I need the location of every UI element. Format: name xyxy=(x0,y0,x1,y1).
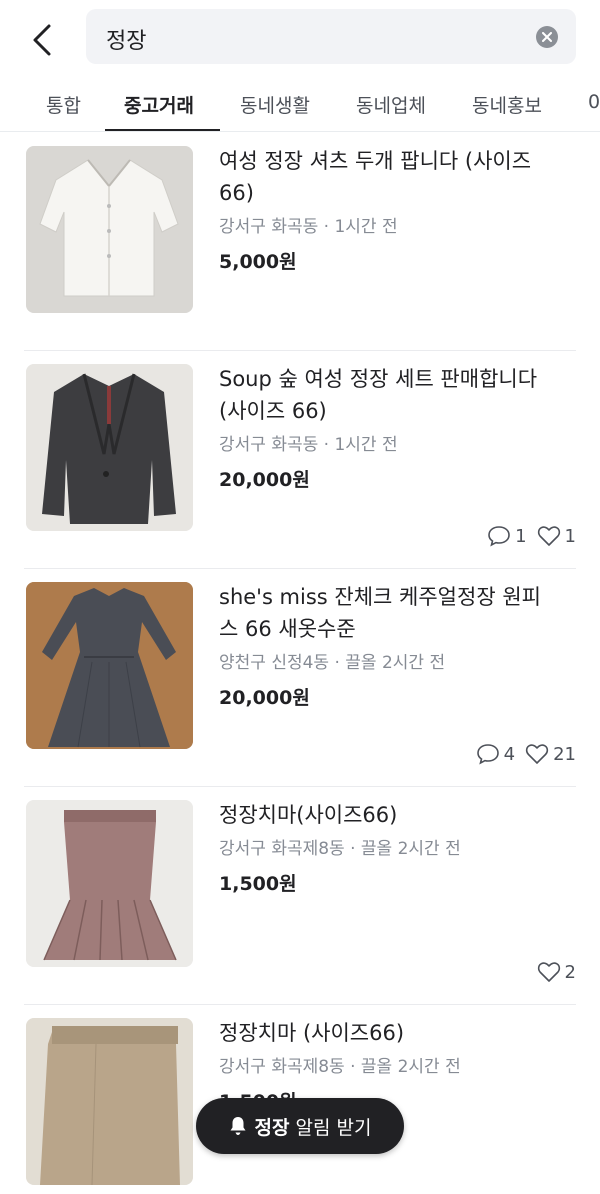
alert-label: 알림 받기 xyxy=(295,1116,372,1139)
keyword-alert-button[interactable]: 정장 알림 받기 xyxy=(196,1098,404,1154)
category-tabs: 통합 중고거래 동네생활 동네업체 동네홍보 0 xyxy=(0,78,600,132)
like-count: 21 xyxy=(553,743,576,765)
item-counts: 2 xyxy=(537,961,576,983)
heart-icon xyxy=(525,744,549,764)
item-title-cont: 스 66 새옷수준 xyxy=(219,617,356,641)
list-item[interactable]: 정장치마(사이즈66) 강서구 화곡제8동 · 끌올 2시간 전 1,500원 … xyxy=(0,787,600,1005)
alert-keyword: 정장 xyxy=(254,1116,290,1139)
item-price: 5,000원 xyxy=(219,251,297,273)
tab-used-trade[interactable]: 중고거래 xyxy=(124,78,194,131)
back-chevron-icon xyxy=(33,24,51,56)
item-price: 1,500원 xyxy=(219,873,297,895)
item-price: 20,000원 xyxy=(219,687,310,709)
item-title: she's miss 잔체크 케주얼정장 원피 xyxy=(219,585,541,609)
bell-icon xyxy=(230,1117,246,1135)
heart-icon xyxy=(537,962,560,982)
item-thumbnail xyxy=(26,364,193,531)
item-counts: 1 1 xyxy=(487,525,576,547)
item-title: 정장치마(사이즈66) xyxy=(219,803,398,827)
search-query: 정장 xyxy=(106,29,147,54)
item-thumbnail xyxy=(26,582,193,749)
item-thumbnail xyxy=(26,800,193,967)
chat-icon xyxy=(488,526,510,547)
like-count: 2 xyxy=(564,961,576,983)
search-input[interactable]: 정장 xyxy=(86,9,576,64)
list-item[interactable]: she's miss 잔체크 케주얼정장 원피 스 66 새옷수준 양천구 신정… xyxy=(0,569,600,787)
item-price: 20,000원 xyxy=(219,469,310,491)
clear-search-button[interactable] xyxy=(536,26,558,48)
chat-count: 1 xyxy=(515,525,527,547)
item-thumbnail xyxy=(26,146,193,313)
item-meta: 강서구 화곡동 · 1시간 전 xyxy=(219,435,398,455)
back-button[interactable] xyxy=(22,18,62,62)
item-meta: 강서구 화곡동 · 1시간 전 xyxy=(219,217,398,237)
like-count: 1 xyxy=(564,525,576,547)
item-meta: 강서구 화곡제8동 · 끌올 2시간 전 xyxy=(219,839,461,859)
heart-icon xyxy=(537,526,560,546)
item-title: Soup 숲 여성 정장 세트 판매합니다 xyxy=(219,367,538,391)
clear-icon xyxy=(542,32,552,42)
tab-neighborhood-life[interactable]: 동네생활 xyxy=(240,78,310,131)
item-meta: 양천구 신정4동 · 끌올 2시간 전 xyxy=(219,653,446,673)
item-title-cont: 66) xyxy=(219,181,254,205)
top-bar: 정장 xyxy=(0,0,600,78)
list-item[interactable]: Soup 숲 여성 정장 세트 판매합니다 (사이즈 66) 강서구 화곡동 ·… xyxy=(0,351,600,569)
item-meta: 강서구 화곡제8동 · 끌올 2시간 전 xyxy=(219,1057,461,1077)
tab-local-promo[interactable]: 동네홍보 xyxy=(472,78,542,131)
item-title: 정장치마 (사이즈66) xyxy=(219,1021,405,1045)
tab-all[interactable]: 통합 xyxy=(46,78,81,131)
item-title-cont: (사이즈 66) xyxy=(219,399,327,423)
tab-local-business[interactable]: 동네업체 xyxy=(356,78,426,131)
chat-icon xyxy=(476,744,499,765)
item-title: 여성 정장 셔츠 두개 팝니다 (사이즈 xyxy=(219,149,532,173)
item-thumbnail xyxy=(26,1018,193,1185)
chat-count: 4 xyxy=(503,743,516,765)
list-item[interactable]: 여성 정장 셔츠 두개 팝니다 (사이즈 66) 강서구 화곡동 · 1시간 전… xyxy=(0,133,600,351)
item-counts: 4 21 xyxy=(476,743,576,765)
active-tab-indicator xyxy=(105,129,220,131)
tab-more[interactable]: 0 xyxy=(588,78,600,131)
